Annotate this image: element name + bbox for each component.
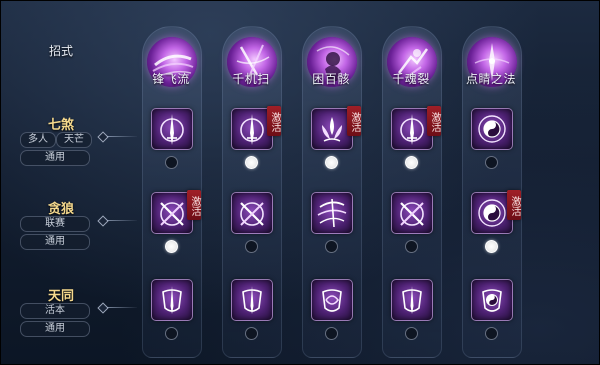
swirl-shield-icon[interactable] — [311, 279, 353, 321]
row-tag: 通用 — [20, 234, 90, 250]
wind-slash-icon[interactable] — [311, 192, 353, 234]
skill-name: 困百骸 — [312, 72, 350, 86]
header-label: 招式 — [48, 44, 73, 58]
active-badge: 激活 — [427, 106, 441, 136]
row-tag: 多人 — [20, 132, 56, 148]
slot-radio[interactable] — [405, 327, 418, 340]
skill-name: 锋飞流 — [152, 72, 190, 86]
slot-radio[interactable] — [485, 156, 498, 169]
skill-name: 千机扫 — [232, 72, 270, 86]
skill-config-panel: 招式 锋飞流 千机扫 困百骸 千魂裂 点睛之法 七煞 多人 天芒 通用 激活 激活 激活 贪狼 联赛 通用激… — [0, 0, 600, 365]
slot-radio[interactable] — [245, 240, 258, 253]
slot-radio[interactable] — [405, 240, 418, 253]
row-title: 贪狼 — [47, 202, 74, 217]
skill-name: 点睛之法 — [465, 72, 516, 86]
slot-radio[interactable] — [325, 240, 338, 253]
slot-radio[interactable] — [165, 156, 178, 169]
sword-ring-icon[interactable] — [151, 108, 193, 150]
active-badge: 激活 — [347, 106, 361, 136]
active-badge: 激活 — [187, 190, 201, 220]
slot-radio[interactable] — [405, 156, 418, 169]
crossed-blades-icon[interactable] — [231, 192, 273, 234]
active-badge: 激活 — [507, 190, 521, 220]
connector-line — [107, 307, 137, 308]
row-tag: 联赛 — [20, 216, 90, 232]
taiji-ring-icon[interactable] — [471, 108, 513, 150]
slot-radio[interactable] — [245, 327, 258, 340]
row-tag: 活本 — [20, 303, 90, 319]
slot-radio[interactable] — [165, 240, 178, 253]
active-badge: 激活 — [267, 106, 281, 136]
row-title: 天同 — [47, 289, 74, 304]
row-tag: 天芒 — [56, 132, 92, 148]
taiji-shield-icon[interactable] — [471, 279, 513, 321]
shield-sword-icon[interactable] — [151, 279, 193, 321]
connector-line — [107, 136, 137, 137]
slot-radio[interactable] — [245, 156, 258, 169]
connector-line — [107, 220, 137, 221]
skill-name: 千魂裂 — [392, 72, 430, 86]
shield-sword-icon[interactable] — [231, 279, 273, 321]
slot-radio[interactable] — [485, 240, 498, 253]
row-tag: 通用 — [20, 150, 90, 166]
slot-radio[interactable] — [325, 156, 338, 169]
row-tag: 通用 — [20, 321, 90, 337]
slot-radio[interactable] — [325, 327, 338, 340]
slot-radio[interactable] — [485, 327, 498, 340]
row-title: 七煞 — [47, 118, 74, 133]
shield-sword-icon[interactable] — [391, 279, 433, 321]
crossed-blades-icon[interactable] — [391, 192, 433, 234]
slot-radio[interactable] — [165, 327, 178, 340]
